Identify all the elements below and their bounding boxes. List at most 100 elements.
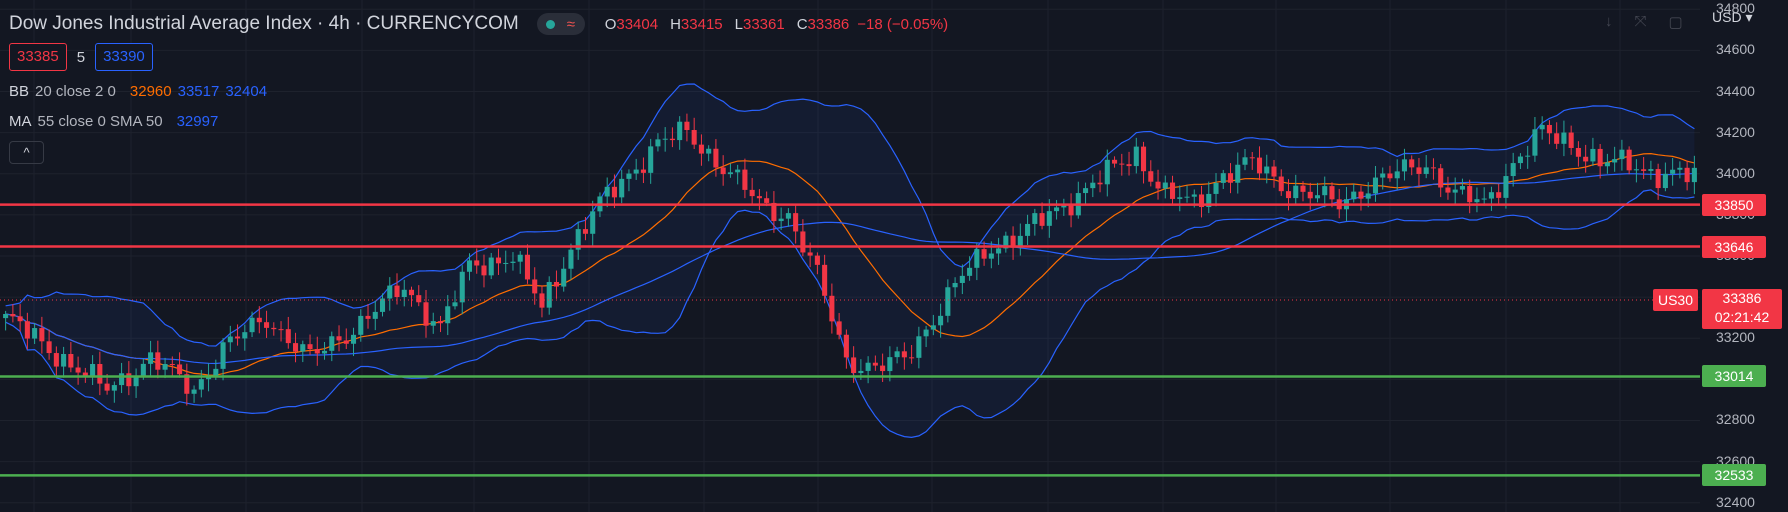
candle-body bbox=[778, 218, 784, 222]
candle-body bbox=[626, 173, 632, 179]
candle-body bbox=[1264, 166, 1270, 174]
candle-body bbox=[1503, 176, 1509, 198]
price-tick-label: 34000 bbox=[1716, 164, 1755, 181]
candle-body bbox=[423, 302, 429, 326]
candle-body bbox=[1169, 182, 1176, 199]
candle-body bbox=[1380, 173, 1386, 178]
candle-body bbox=[1191, 194, 1197, 197]
candle-body bbox=[162, 364, 168, 370]
symbol-title[interactable]: Dow Jones Industrial Average Index · 4h … bbox=[9, 13, 519, 35]
market-status[interactable]: ≈ bbox=[536, 13, 585, 35]
candle-body bbox=[1641, 169, 1647, 171]
candle-body bbox=[1235, 164, 1241, 183]
ma-name: MA bbox=[9, 113, 32, 130]
candle-body bbox=[662, 138, 668, 140]
candle-body bbox=[235, 336, 241, 339]
bb-indicator-legend[interactable]: BB 20 close 2 0 32960 33517 32404 bbox=[9, 83, 267, 100]
level-price-badge[interactable]: 33646 bbox=[1702, 235, 1766, 258]
candle-body bbox=[1575, 147, 1581, 157]
candle-body bbox=[1438, 168, 1444, 188]
candle-body bbox=[974, 249, 980, 268]
candle-body bbox=[1546, 124, 1552, 134]
candle-body bbox=[61, 353, 67, 367]
candle-body bbox=[32, 328, 38, 339]
candle-body bbox=[148, 352, 154, 364]
candle-body bbox=[836, 321, 842, 335]
candle-body bbox=[1097, 182, 1103, 185]
candle-body bbox=[619, 178, 625, 198]
candle-body bbox=[466, 260, 473, 272]
ma-value: 32997 bbox=[176, 113, 219, 130]
candle-body bbox=[1662, 173, 1668, 189]
last-price-badge[interactable]: 33386 02:21:42 bbox=[1702, 289, 1782, 329]
candle-body bbox=[293, 343, 299, 352]
symbol-price-tag: US30 bbox=[1653, 289, 1698, 311]
candle-body bbox=[1496, 192, 1502, 198]
candle-body bbox=[97, 364, 103, 384]
candle-body bbox=[959, 275, 965, 283]
candle-body bbox=[1322, 186, 1328, 196]
bb-upper-value: 33517 bbox=[177, 83, 220, 100]
candle-body bbox=[1213, 182, 1219, 194]
candle-body bbox=[1416, 167, 1422, 174]
candle-body bbox=[1314, 195, 1321, 199]
candle-body bbox=[822, 264, 828, 296]
buy-price-button[interactable]: 33390 bbox=[95, 43, 153, 71]
candle-body bbox=[1177, 197, 1183, 199]
candle-body bbox=[1293, 185, 1299, 199]
candle-body bbox=[329, 336, 335, 351]
candle-body bbox=[1423, 167, 1429, 174]
fullscreen-icon[interactable]: ▢ bbox=[1669, 13, 1683, 31]
candle-body bbox=[459, 271, 465, 303]
candle-body bbox=[553, 281, 559, 287]
chart-toolbar-icons: ↓ ⤧ ▢ bbox=[1605, 13, 1683, 31]
candle-body bbox=[227, 336, 233, 343]
level-price-badge[interactable]: 33850 bbox=[1702, 193, 1766, 216]
cross-arrows-icon[interactable]: ⤧ bbox=[1635, 13, 1647, 31]
candlestick-chart[interactable] bbox=[0, 0, 1788, 512]
candle-body bbox=[343, 340, 349, 344]
candle-body bbox=[46, 341, 52, 354]
candle-body bbox=[894, 351, 900, 358]
candle-body bbox=[952, 282, 958, 288]
candle-body bbox=[481, 265, 487, 276]
candle-body bbox=[916, 336, 922, 358]
candle-body bbox=[749, 189, 755, 197]
level-price-badge[interactable]: 33014 bbox=[1702, 365, 1766, 388]
candle-body bbox=[53, 353, 59, 367]
candle-body bbox=[1104, 159, 1110, 185]
bb-fill bbox=[5, 84, 1695, 438]
candle-body bbox=[1648, 169, 1654, 171]
candle-body bbox=[1148, 171, 1154, 182]
candle-body bbox=[1474, 199, 1480, 203]
price-tick-label: 34800 bbox=[1716, 0, 1755, 17]
candle-body bbox=[561, 268, 567, 287]
ma-indicator-legend[interactable]: MA 55 close 0 SMA 50 32997 bbox=[9, 113, 218, 130]
candle-body bbox=[111, 385, 117, 391]
candle-body bbox=[872, 362, 878, 366]
level-price-badge[interactable]: 32533 bbox=[1702, 464, 1766, 487]
candle-body bbox=[358, 315, 364, 335]
candle-body bbox=[938, 315, 944, 326]
sell-price-button[interactable]: 33385 bbox=[9, 43, 67, 71]
price-tick-label: 32800 bbox=[1716, 411, 1755, 428]
candle-body bbox=[1655, 169, 1661, 189]
candle-body bbox=[706, 148, 712, 154]
candle-body bbox=[198, 379, 204, 390]
candle-body bbox=[1394, 171, 1400, 179]
candle-body bbox=[3, 313, 9, 319]
candle-body bbox=[720, 167, 726, 175]
candle-body bbox=[1025, 223, 1031, 236]
collapse-legend-button[interactable]: ^ bbox=[9, 141, 44, 164]
candle-body bbox=[1300, 185, 1306, 192]
candle-body bbox=[1126, 164, 1132, 167]
candle-body bbox=[1684, 167, 1690, 183]
candle-body bbox=[1278, 176, 1284, 192]
candle-body bbox=[764, 198, 770, 203]
bb-name: BB bbox=[9, 83, 30, 100]
candle-body bbox=[1090, 182, 1096, 189]
candle-body bbox=[1481, 198, 1487, 200]
arrow-down-icon[interactable]: ↓ bbox=[1605, 13, 1613, 31]
candle-body bbox=[1227, 173, 1234, 183]
candle-body bbox=[1184, 196, 1190, 198]
